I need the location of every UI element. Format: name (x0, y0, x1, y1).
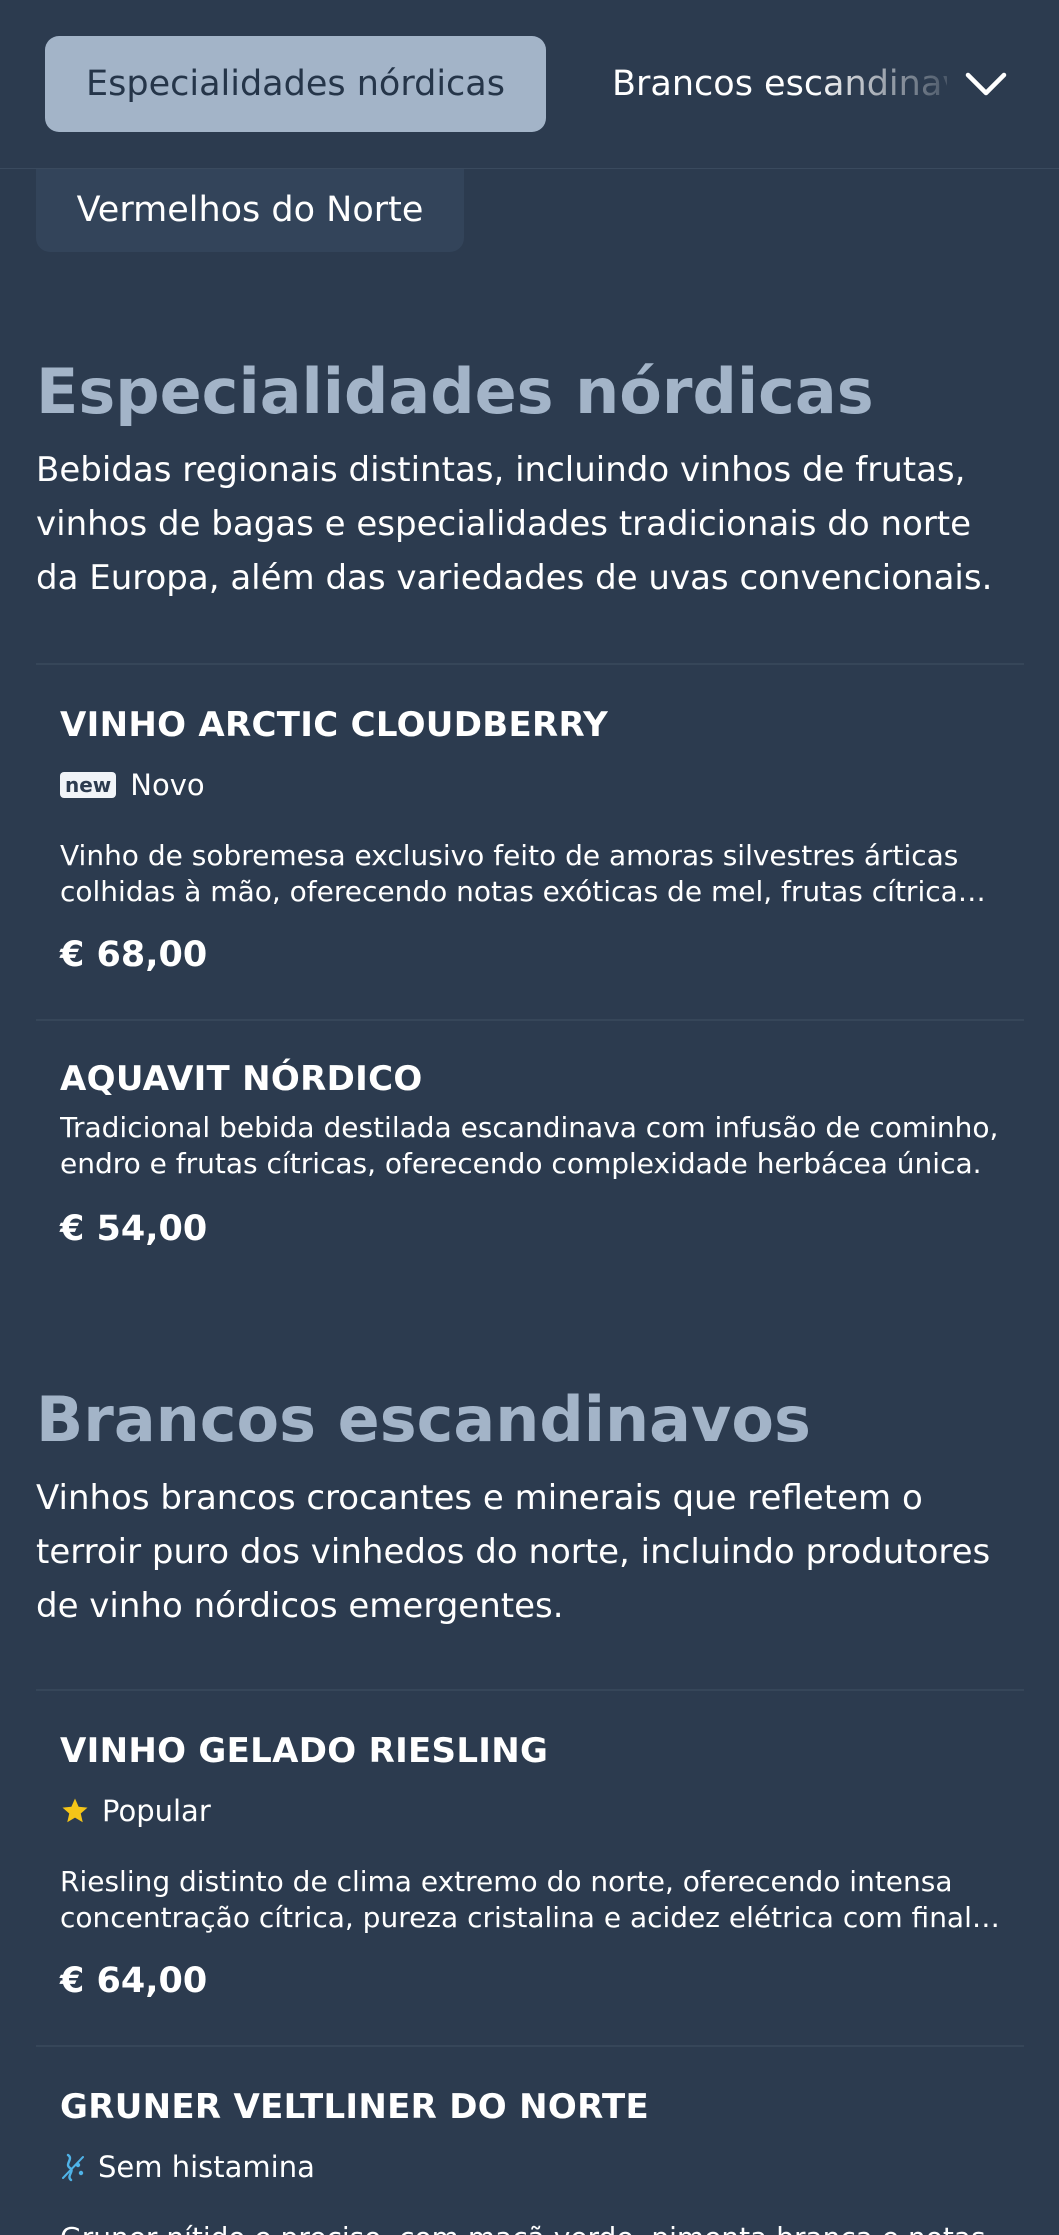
item-name: GRUNER VELTLINER DO NORTE (60, 2087, 650, 2127)
item-name: VINHO ARCTIC CLOUDBERRY (60, 705, 608, 745)
badge-label: Popular (102, 1794, 211, 1828)
item-description: Gruner nítido e preciso, com maçã verde,… (60, 2220, 1000, 2235)
section-title: Brancos escandinavos (36, 1383, 811, 1456)
item-badge: new Novo (60, 768, 205, 802)
item-badge: Sem histamina (60, 2150, 315, 2184)
category-nav: Especialidades nórdicas Brancos escandin… (0, 0, 1059, 169)
section-description: Vinhos brancos crocantes e minerais que … (36, 1478, 991, 1627)
item-badge: Popular (60, 1794, 211, 1828)
item-price: € 64,00 (60, 1961, 208, 2001)
tab-vermelhos-do-norte[interactable]: Vermelhos do Norte (36, 168, 464, 252)
item-description: Vinho de sobremesa exclusivo feito de am… (60, 839, 999, 908)
star-icon (60, 1796, 90, 1826)
tab-brancos-escandinavos[interactable]: Brancos escandinavos (612, 36, 947, 132)
item-name: AQUAVIT NÓRDICO (60, 1059, 423, 1099)
tab-label: Vermelhos do Norte (76, 190, 424, 230)
tab-label: Especialidades nórdicas (86, 64, 505, 104)
section-title: Especialidades nórdicas (36, 355, 874, 428)
item-price: € 54,00 (60, 1209, 208, 1249)
menu-item[interactable]: AQUAVIT NÓRDICO Tradicional bebida desti… (36, 1019, 1024, 1279)
expand-categories-button[interactable] (956, 56, 1016, 112)
section-description: Bebidas regionais distintas, incluindo v… (36, 450, 993, 599)
menu-item[interactable]: VINHO ARCTIC CLOUDBERRY new Novo Vinho d… (36, 663, 1024, 1019)
item-price: € 68,00 (60, 935, 208, 975)
menu-page: Especialidades nórdicas Brancos escandin… (0, 0, 1059, 2235)
chevron-down-icon (965, 72, 1007, 96)
item-description: Tradicional bebida destilada escandinava… (60, 1111, 999, 1180)
tab-label: Brancos escandinavos (612, 64, 947, 104)
tab-especialidades-nordicas[interactable]: Especialidades nórdicas (45, 36, 546, 132)
item-description: Riesling distinto de clima extremo do no… (60, 1865, 972, 1934)
menu-item[interactable]: GRUNER VELTLINER DO NORTE Sem histamina … (36, 2045, 1024, 2235)
badge-label: Novo (130, 768, 205, 802)
badge-label: Sem histamina (98, 2150, 315, 2184)
section-brancos-escandinavos: Brancos escandinavos Vinhos brancos croc… (36, 1383, 1024, 1633)
menu-item[interactable]: VINHO GELADO RIESLING Popular Riesling d… (36, 1689, 1024, 2045)
histamine-free-icon (60, 2152, 86, 2182)
item-name: VINHO GELADO RIESLING (60, 1731, 549, 1771)
new-badge-icon: new (60, 772, 117, 798)
section-especialidades-nordicas: Especialidades nórdicas Bebidas regionai… (36, 355, 1024, 605)
